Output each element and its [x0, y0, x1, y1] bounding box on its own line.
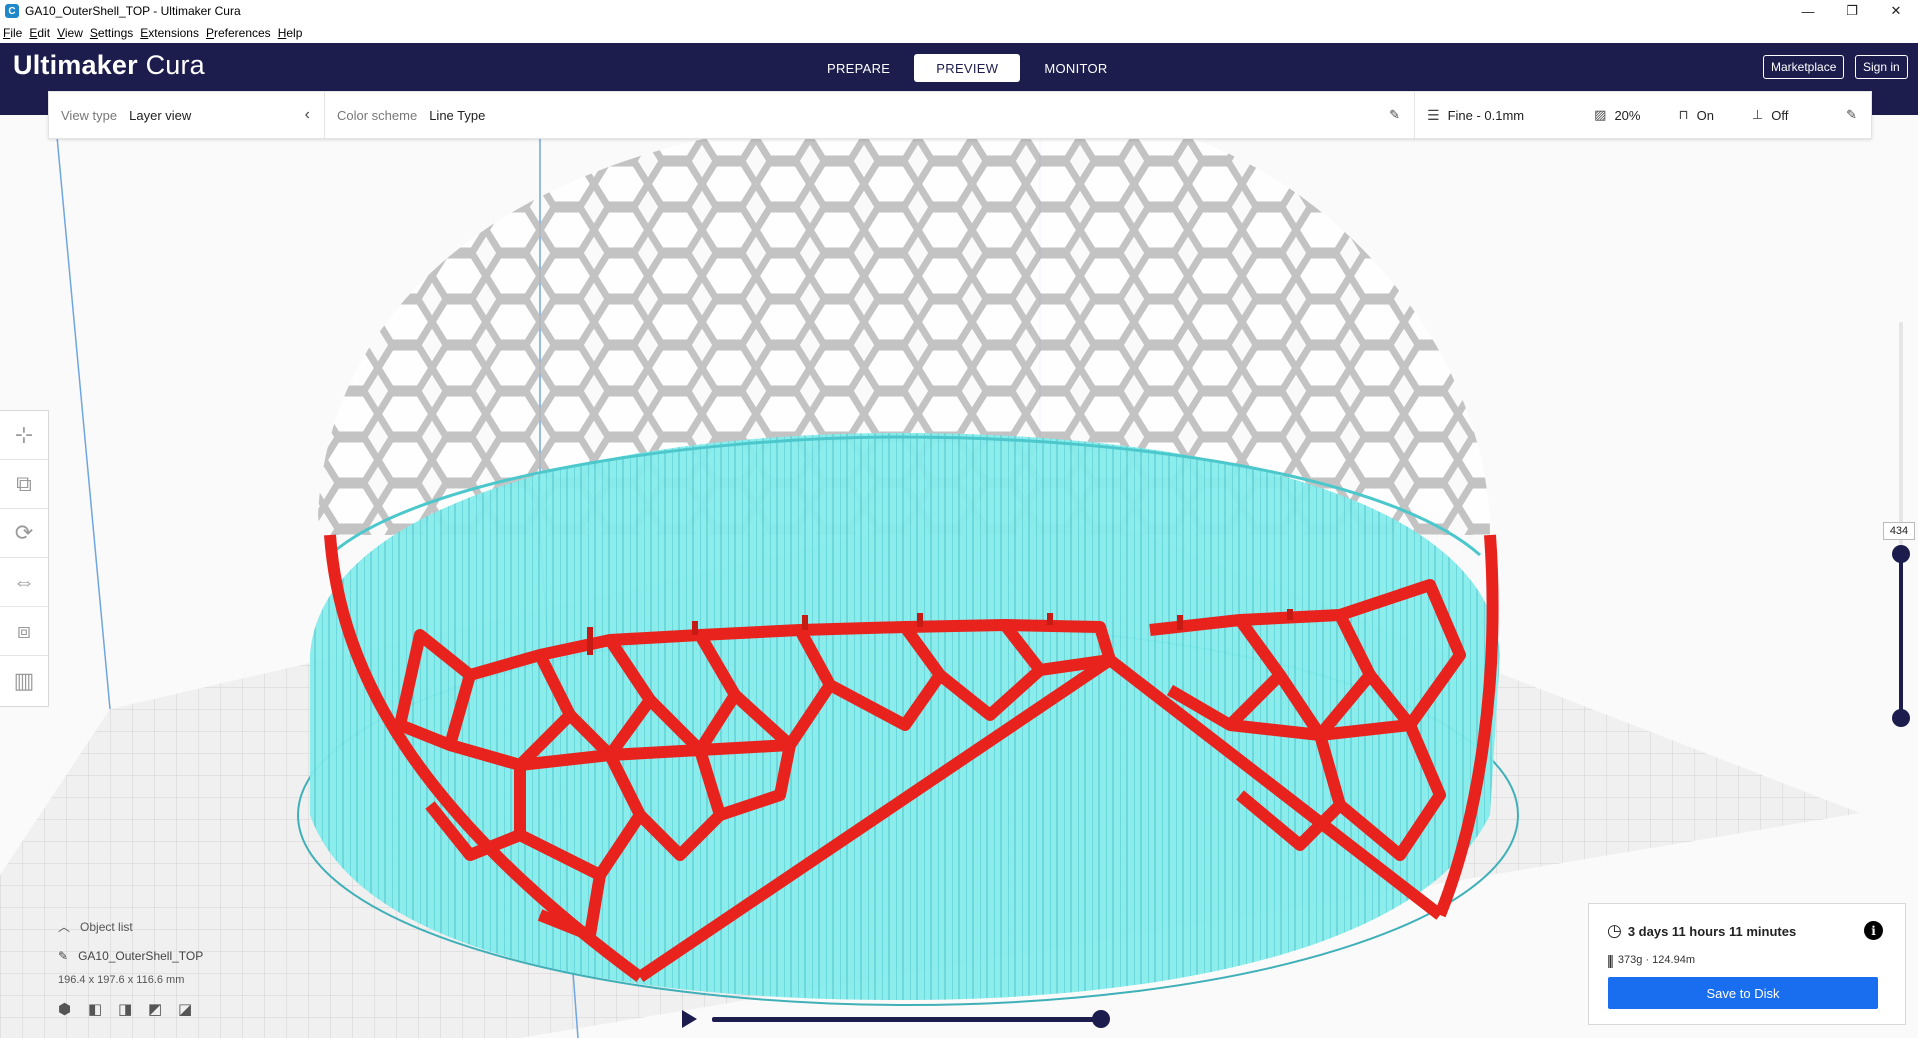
material-usage-value: 373g · 124.94m: [1617, 954, 1695, 966]
minimize-button[interactable]: —: [1786, 0, 1830, 22]
filament-icon: |||: [1607, 952, 1614, 968]
menu-help[interactable]: Help: [278, 26, 303, 40]
pencil-icon: ✎: [58, 949, 69, 963]
adhesion-value: Off: [1771, 107, 1789, 123]
title-bar: C GA10_OuterShell_TOP - Ultimaker Cura —…: [0, 0, 1918, 22]
tool-panel: ⊹ ⧉ ⟳ ⇔ ⧈ ▥: [0, 410, 49, 707]
object-list-toggle[interactable]: ︿ Object list: [58, 918, 208, 935]
pencil-icon[interactable]: ✎: [1846, 107, 1857, 123]
marketplace-button[interactable]: Marketplace: [1763, 55, 1845, 79]
support-icon: ⊓: [1678, 107, 1689, 122]
object-name: GA10_OuterShell_TOP: [78, 949, 204, 963]
support-blocker-icon[interactable]: ▥: [0, 656, 48, 705]
top-view-icon[interactable]: ◨: [118, 1000, 148, 1018]
object-name-row[interactable]: ✎ GA10_OuterShell_TOP: [58, 949, 208, 963]
menu-preferences[interactable]: Preferences: [206, 26, 271, 40]
menu-extensions[interactable]: Extensions: [140, 26, 199, 40]
info-icon[interactable]: i: [1864, 921, 1883, 940]
chevron-up-icon: ︿: [58, 920, 71, 934]
front-view-icon[interactable]: ◧: [88, 1000, 118, 1018]
layer-slider-range: [1899, 554, 1903, 718]
play-icon[interactable]: [682, 1010, 697, 1028]
tab-prepare[interactable]: PREPARE: [809, 54, 908, 82]
menu-edit[interactable]: Edit: [29, 26, 50, 40]
stage-tabs: PREPARE PREVIEW MONITOR: [806, 54, 1129, 82]
3d-view-icon[interactable]: ⬢: [58, 1000, 88, 1018]
object-list-label: Object list: [80, 919, 133, 934]
view-type-value: Layer view: [129, 107, 192, 123]
move-tool-icon[interactable]: ⊹: [0, 411, 48, 460]
layer-preview-scene: [0, 115, 1860, 1038]
print-time-value: 3 days 11 hours 11 minutes: [1627, 923, 1797, 939]
color-scheme-value: Line Type: [429, 107, 486, 123]
menu-bar: File Edit View Settings Extensions Prefe…: [0, 22, 1918, 43]
menu-view[interactable]: View: [57, 26, 83, 40]
save-to-disk-button[interactable]: Save to Disk: [1608, 977, 1878, 1009]
print-information-panel: ◷ 3 days 11 hours 11 minutes i ||| 373g …: [1588, 903, 1906, 1025]
color-scheme-label: Color scheme: [337, 107, 418, 123]
menu-file[interactable]: File: [3, 26, 22, 40]
view-type-selector[interactable]: View type Layer view ‹: [49, 92, 325, 138]
window-title: GA10_OuterShell_TOP - Ultimaker Cura: [25, 4, 241, 18]
tab-monitor[interactable]: MONITOR: [1026, 54, 1125, 82]
print-settings-summary[interactable]: ☰ Fine - 0.1mm ▨ 20% ⊓ On ⊥ Off ✎: [1415, 92, 1871, 138]
mirror-tool-icon[interactable]: ⇔: [0, 558, 48, 607]
object-list-panel: ︿ Object list ✎ GA10_OuterShell_TOP 196.…: [58, 918, 208, 1019]
window-controls: — ❐ ✕: [1786, 0, 1918, 22]
ultimaker-cura-logo: Ultimaker Cura: [13, 50, 205, 80]
scale-tool-icon[interactable]: ⧉: [0, 460, 48, 509]
print-time: ◷ 3 days 11 hours 11 minutes: [1607, 921, 1796, 941]
menu-settings[interactable]: Settings: [90, 26, 133, 40]
object-dimensions: 196.4 x 197.6 x 116.6 mm: [58, 974, 185, 986]
profile-layers-icon: ☰: [1427, 106, 1440, 123]
camera-view-buttons: ⬢ ◧ ◨ ◩ ◪: [58, 1000, 208, 1018]
path-slider-handle[interactable]: [1092, 1010, 1110, 1028]
left-view-icon[interactable]: ◩: [148, 1000, 178, 1018]
view-toolbar: View type Layer view ‹ Color scheme Line…: [48, 91, 1872, 139]
restore-button[interactable]: ❐: [1830, 0, 1874, 22]
tab-preview[interactable]: PREVIEW: [914, 54, 1021, 82]
close-button[interactable]: ✕: [1874, 0, 1918, 22]
rotate-tool-icon[interactable]: ⟳: [0, 509, 48, 558]
sign-in-button[interactable]: Sign in: [1855, 55, 1908, 79]
material-usage: ||| 373g · 124.94m: [1607, 952, 1695, 968]
profile-value: Fine - 0.1mm: [1447, 107, 1525, 123]
layer-upper-handle[interactable]: [1892, 545, 1910, 563]
path-slider-track[interactable]: [712, 1017, 1096, 1022]
right-view-icon[interactable]: ◪: [178, 1000, 208, 1018]
support-value: On: [1696, 107, 1714, 123]
color-scheme-selector[interactable]: Color scheme Line Type ✎: [325, 92, 1415, 138]
view-type-label: View type: [61, 107, 118, 123]
layer-lower-handle[interactable]: [1892, 709, 1910, 727]
current-layer-input[interactable]: 434: [1883, 522, 1915, 540]
layer-playback: [682, 1008, 1110, 1032]
per-model-settings-icon[interactable]: ⧈: [0, 607, 48, 656]
adhesion-icon: ⊥: [1751, 107, 1764, 122]
chevron-left-icon[interactable]: ‹: [305, 106, 310, 124]
cura-app-icon: C: [5, 4, 19, 18]
infill-value: 20%: [1614, 107, 1641, 123]
clock-icon: ◷: [1607, 921, 1622, 940]
3d-viewport[interactable]: [0, 115, 1918, 1038]
pencil-icon[interactable]: ✎: [1389, 107, 1400, 123]
infill-icon: ▨: [1594, 107, 1607, 122]
